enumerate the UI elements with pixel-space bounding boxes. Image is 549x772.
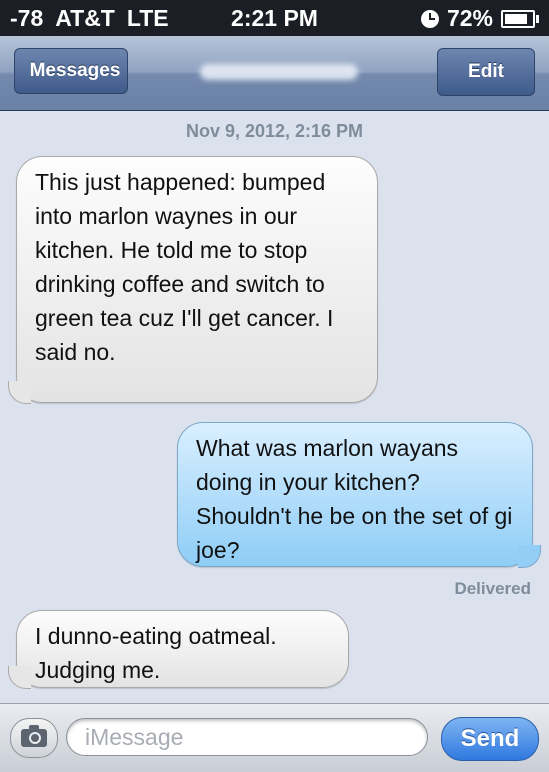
status-bar: -78 AT&T LTE 2:21 PM 72%	[0, 0, 549, 36]
bubble-tail	[8, 381, 31, 404]
message-thread[interactable]: Nov 9, 2012, 2:16 PM This just happened:…	[0, 111, 549, 703]
message-composer: Send	[0, 703, 549, 772]
message-text: What was marlon wayans doing in your kit…	[196, 435, 513, 563]
battery-icon	[501, 9, 539, 28]
message-text: I dunno-eating oatmeal. Judging me.	[35, 623, 277, 683]
status-right: 72%	[420, 5, 539, 32]
send-button[interactable]: Send	[441, 717, 539, 761]
alarm-clock-icon	[420, 9, 439, 28]
incoming-message-bubble[interactable]: I dunno-eating oatmeal. Judging me.	[16, 610, 349, 688]
message-text: This just happened: bumped into marlon w…	[35, 169, 334, 365]
camera-icon	[21, 725, 47, 747]
thread-timestamp: Nov 9, 2012, 2:16 PM	[185, 121, 364, 141]
battery-fill	[505, 13, 527, 24]
back-button-label: Messages	[29, 60, 121, 81]
messages-back-button[interactable]: Messages	[14, 48, 128, 94]
outgoing-message-bubble[interactable]: What was marlon wayans doing in your kit…	[177, 422, 533, 567]
edit-button[interactable]: Edit	[437, 48, 535, 96]
camera-button[interactable]	[10, 718, 58, 758]
incoming-message-bubble[interactable]: This just happened: bumped into marlon w…	[16, 156, 378, 403]
delivered-status: Delivered	[454, 579, 531, 598]
message-input[interactable]	[66, 718, 428, 756]
battery-percent: 72%	[446, 5, 493, 31]
bubble-tail	[518, 545, 541, 568]
bubble-tail	[8, 666, 31, 689]
navigation-bar: Messages Edit	[0, 36, 549, 111]
contact-name-blurred	[200, 64, 358, 80]
